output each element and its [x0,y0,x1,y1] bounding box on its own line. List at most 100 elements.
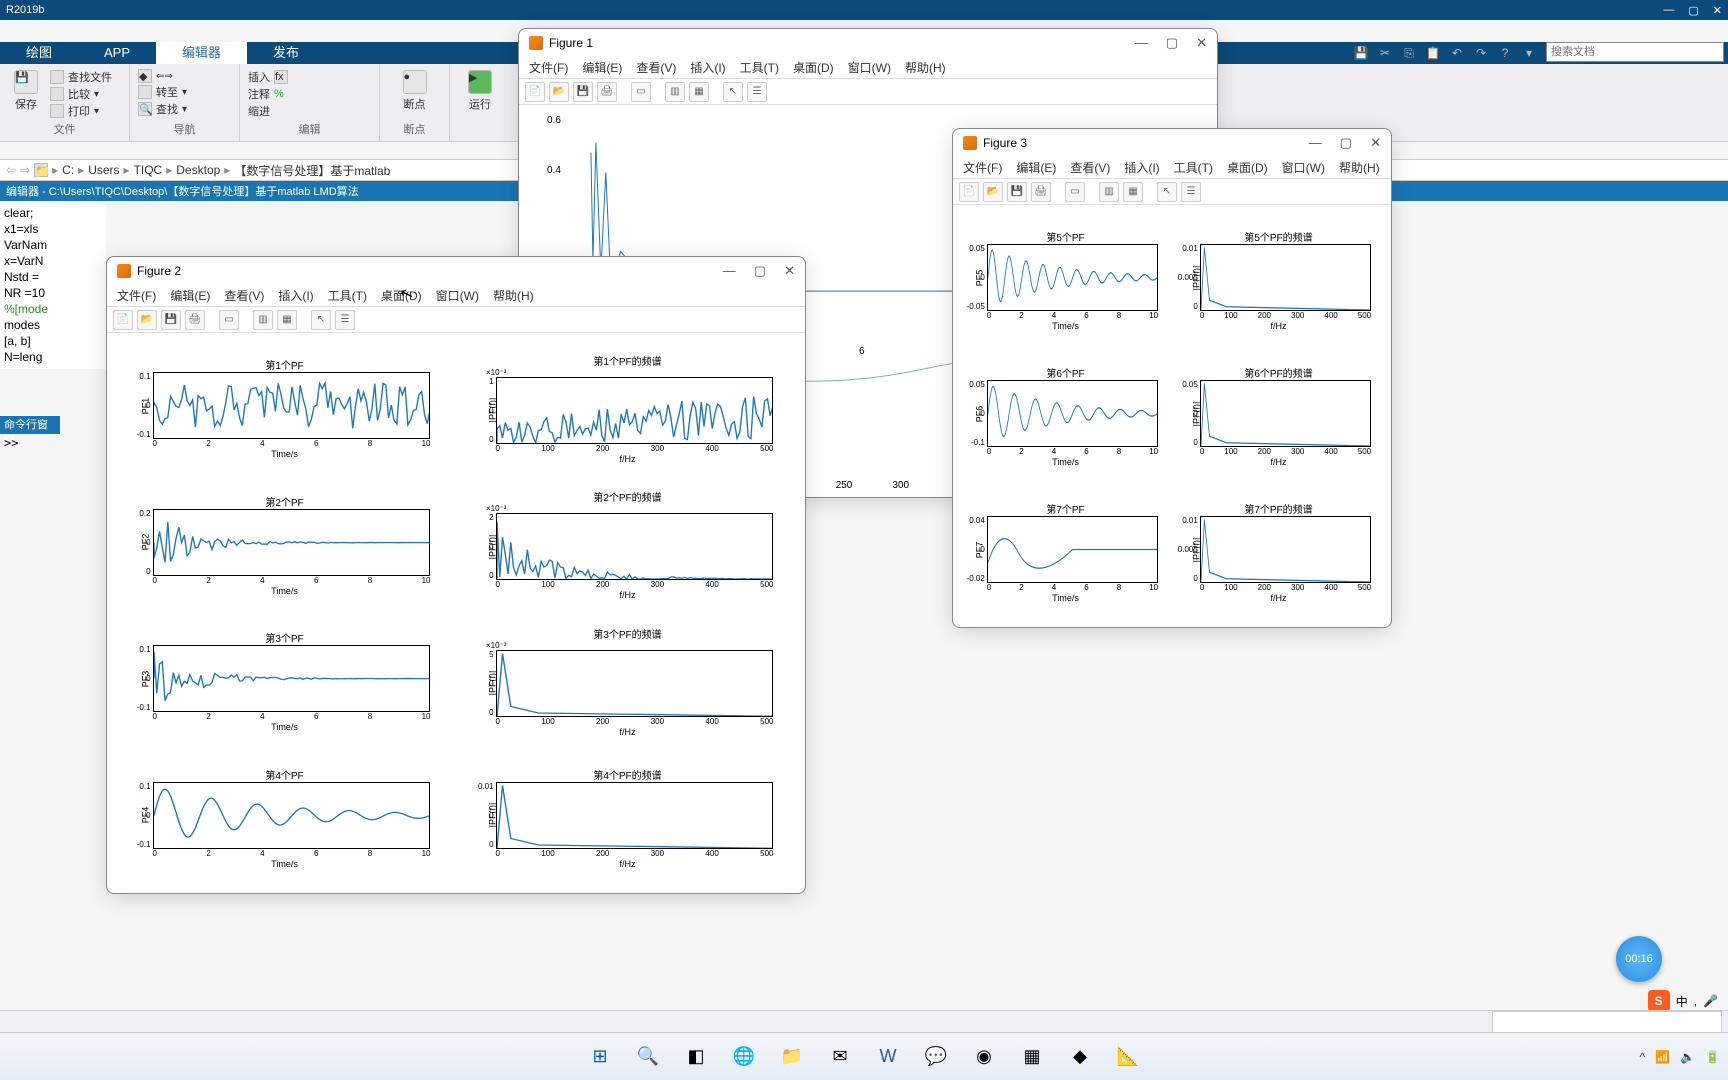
volume-icon[interactable]: 🔈 [1680,1050,1695,1064]
figure2-titlebar[interactable]: Figure 2 —▢✕ [107,257,805,285]
chevron-up-icon[interactable]: ^ [1640,1050,1646,1064]
dropdown-icon[interactable]: ▾ [1520,44,1538,62]
edge-icon[interactable]: 🌐 [724,1037,764,1077]
findfiles-button[interactable]: 查找文件 [50,69,112,85]
save-icon[interactable]: 💾 [1007,182,1027,202]
timer-badge[interactable]: 00:16 [1616,936,1662,982]
copy-icon[interactable]: ⎘ [1400,44,1418,62]
insert-button[interactable]: 插入 fx [248,69,371,85]
goto-text[interactable]: 转至▾ [138,84,231,100]
chrome-icon[interactable]: ◉ [964,1037,1004,1077]
cut-icon[interactable]: ✂ [1376,44,1394,62]
minimize-icon[interactable]: — [1135,35,1148,51]
sogou-icon[interactable]: S [1648,990,1670,1012]
new-icon[interactable]: 📄 [959,182,979,202]
rect-icon[interactable]: ▭ [1065,182,1085,202]
close-icon[interactable]: ✕ [1196,35,1207,51]
breakpoint-button[interactable]: ● 断点 [388,68,441,114]
open-icon[interactable]: 📂 [137,310,157,330]
layout2-icon[interactable]: ▦ [277,310,297,330]
tab-app[interactable]: APP [78,42,156,64]
save-icon[interactable]: 💾 [573,82,593,102]
redo-icon[interactable]: ↷ [1472,44,1490,62]
search-icon[interactable]: 🔍 [628,1037,668,1077]
mic-icon[interactable]: 🎤 [1703,994,1718,1008]
new-icon[interactable]: 📄 [525,82,545,102]
minimize-icon[interactable]: — [723,263,736,279]
minimize-icon[interactable]: — [1309,135,1322,151]
fwd-icon[interactable]: ⇨ [20,163,30,177]
ime-bar[interactable]: S 中 , 🎤 [1648,990,1718,1012]
cursor-icon[interactable]: ↖ [723,82,743,102]
battery-icon[interactable]: 🔋 [1705,1050,1720,1064]
save-icon[interactable]: 💾 [161,310,181,330]
code-editor[interactable]: clear; x1=xls VarNam x=VarN Nstd = NR =1… [0,201,106,369]
close-icon[interactable]: ✕ [1370,135,1381,151]
print-button[interactable]: 打印▾ [50,103,112,119]
comment-button[interactable]: 注释 % [248,86,371,102]
app-icon[interactable]: ▦ [1012,1037,1052,1077]
save-button[interactable]: 💾 保存 [8,68,44,120]
app2-icon[interactable]: ◆ [1060,1037,1100,1077]
minimize-icon[interactable]: — [1663,4,1674,17]
mail-icon[interactable]: ✉ [820,1037,860,1077]
figure1-titlebar[interactable]: Figure 1 —▢✕ [519,29,1217,57]
start-icon[interactable]: ⊞ [580,1037,620,1077]
status-field[interactable] [1492,1011,1722,1033]
new-icon[interactable]: 📄 [113,310,133,330]
figure-3-window[interactable]: Figure 3 —▢✕ 文件(F)编辑(E)查看(V)插入(I)工具(T)桌面… [952,128,1392,628]
props-icon[interactable]: ☰ [747,82,767,102]
layout-icon[interactable]: ▥ [253,310,273,330]
goto-icon: ◆ [138,69,152,83]
layout-icon[interactable]: ▥ [1099,182,1119,202]
props-icon[interactable]: ☰ [335,310,355,330]
save-icon[interactable]: 💾 [1352,44,1370,62]
help-icon[interactable]: ? [1496,44,1514,62]
compare-button[interactable]: 比较▾ [50,86,112,102]
tab-publish[interactable]: 发布 [247,42,325,64]
figure3-titlebar[interactable]: Figure 3 —▢✕ [953,129,1391,157]
print-icon[interactable]: 🖨 [597,82,617,102]
layout2-icon[interactable]: ▦ [689,82,709,102]
flag-icon [138,85,152,99]
close-icon[interactable]: ✕ [1713,4,1722,17]
save-icon: 💾 [14,70,38,94]
maximize-icon[interactable]: ▢ [1340,135,1352,151]
find-button[interactable]: 🔍查找▾ [138,101,231,117]
indent-button[interactable]: 缩进 [248,103,371,119]
maximize-icon[interactable]: ▢ [1166,35,1178,51]
print-icon[interactable]: 🖨 [185,310,205,330]
rect-icon[interactable]: ▭ [219,310,239,330]
explorer-icon[interactable]: 📁 [772,1037,812,1077]
open-icon[interactable]: 📂 [549,82,569,102]
rect-icon[interactable]: ▭ [631,82,651,102]
taskview-icon[interactable]: ◧ [676,1037,716,1077]
maximize-icon[interactable]: ▢ [1688,4,1698,17]
cursor-icon[interactable]: ↖ [311,310,331,330]
undo-icon[interactable]: ↶ [1448,44,1466,62]
props-icon[interactable]: ☰ [1181,182,1201,202]
print-icon[interactable]: 🖨 [1031,182,1051,202]
run-button[interactable]: ▶ 运行 [458,68,502,114]
system-tray[interactable]: ^ 📶 🔈 🔋 [1640,1050,1721,1064]
back-icon[interactable]: ⇦ [6,163,16,177]
word-icon[interactable]: W [868,1037,908,1077]
tab-editor[interactable]: 编辑器 [156,42,247,64]
matlab-taskbar-icon[interactable]: 📐 [1108,1037,1148,1077]
cursor-icon[interactable]: ↖ [1157,182,1177,202]
layout-icon[interactable]: ▥ [665,82,685,102]
maximize-icon[interactable]: ▢ [754,263,766,279]
wifi-icon[interactable]: 📶 [1655,1050,1670,1064]
tab-plot[interactable]: 绘图 [0,42,78,64]
taskbar[interactable]: ⊞ 🔍 ◧ 🌐 📁 ✉ W 💬 ◉ ▦ ◆ 📐 ^ 📶 🔈 🔋 [0,1032,1728,1080]
figure-2-window[interactable]: Figure 2 —▢✕ 文件(F)编辑(E)查看(V)插入(I)工具(T)桌面… [106,256,806,894]
paste-icon[interactable]: 📋 [1424,44,1442,62]
layout2-icon[interactable]: ▦ [1123,182,1143,202]
figure1-menu: 文件(F)编辑(E)查看(V)插入(I)工具(T)桌面(D)窗口(W)帮助(H) [519,57,1217,79]
wechat-icon[interactable]: 💬 [916,1037,956,1077]
close-icon[interactable]: ✕ [784,263,795,279]
open-icon[interactable]: 📂 [983,182,1003,202]
search-input[interactable] [1546,42,1724,62]
goto-button[interactable]: ◆⇐⇒ [138,69,231,83]
cmd-prompt[interactable]: >> [0,436,106,454]
